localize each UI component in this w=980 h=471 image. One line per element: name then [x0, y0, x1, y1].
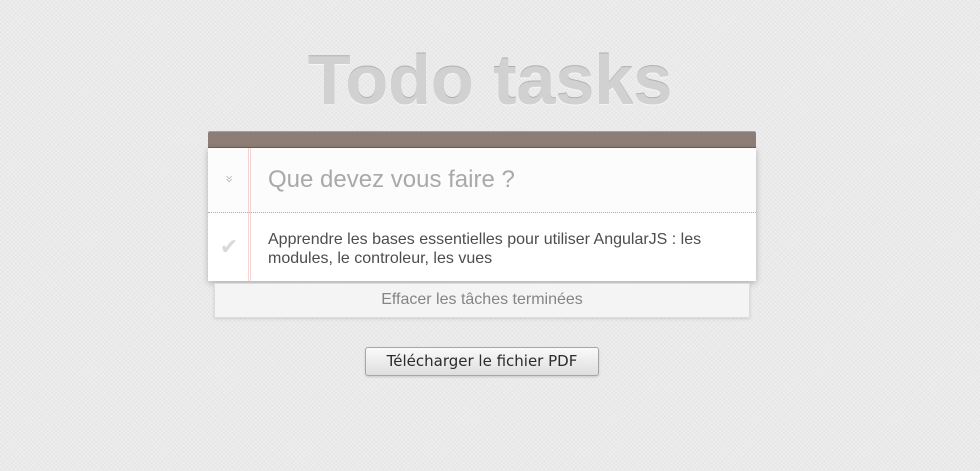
clear-completed-button[interactable]: Effacer les tâches terminées [381, 291, 583, 309]
todo-label[interactable]: Apprendre les bases essentielles pour ut… [268, 230, 728, 268]
page-title: Todo tasks [307, 41, 673, 119]
check-icon[interactable]: ✔ [218, 235, 240, 261]
new-todo-row: » [208, 148, 756, 213]
todo-panel: » ✔ Apprendre les bases essentielles pou… [208, 148, 756, 281]
new-todo-input[interactable] [268, 148, 738, 212]
download-pdf-button[interactable]: Télécharger le fichier PDF [365, 347, 599, 376]
notepad-header-bar [208, 131, 756, 148]
todo-app: » ✔ Apprendre les bases essentielles pou… [208, 131, 756, 318]
list-item: ✔ Apprendre les bases essentielles pour … [208, 213, 756, 281]
chevron-double-down-icon[interactable]: » [218, 170, 240, 188]
todo-footer: Effacer les tâches terminées [214, 283, 750, 318]
